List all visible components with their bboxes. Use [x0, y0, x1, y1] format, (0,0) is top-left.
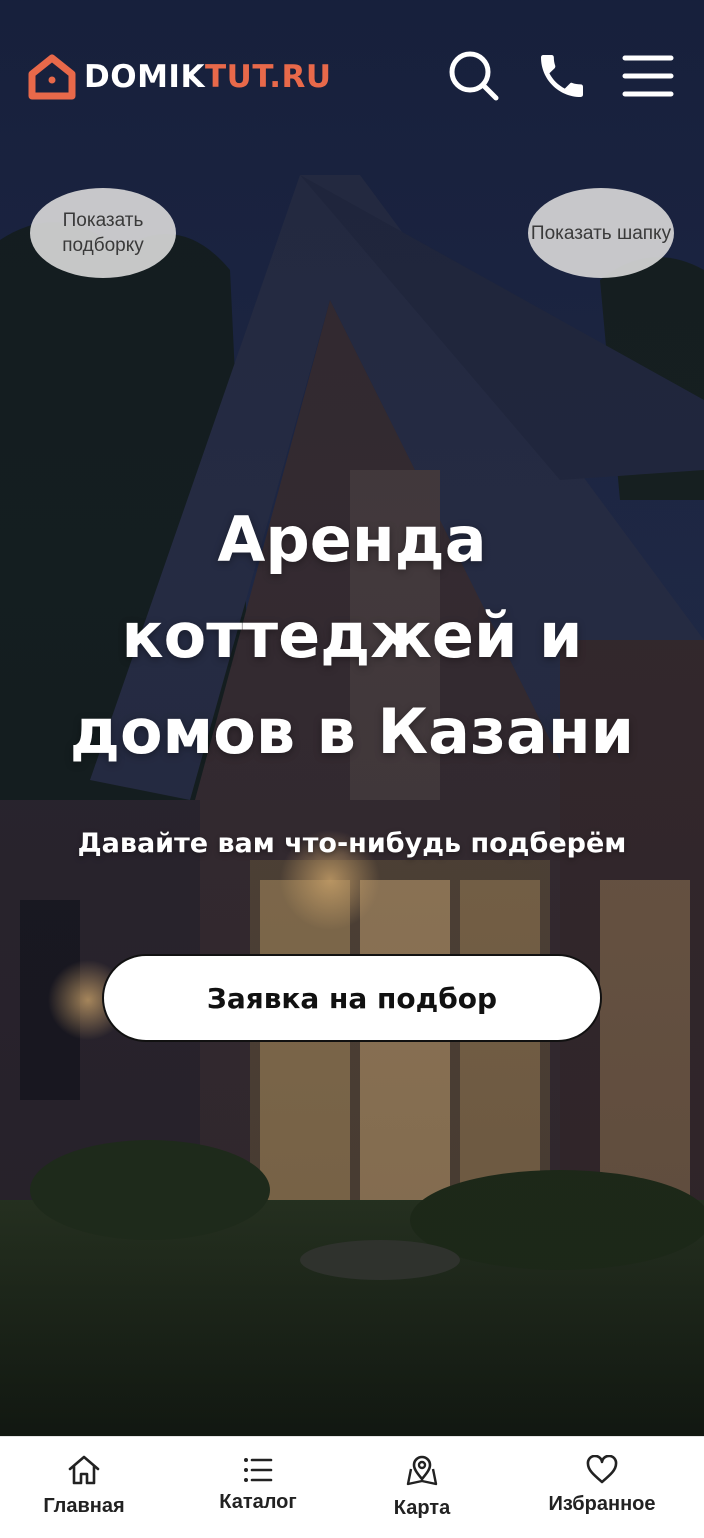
selection-request-button[interactable]: Заявка на подбор: [102, 954, 602, 1042]
logo-suffix: .RU: [269, 59, 332, 95]
show-header-button[interactable]: Показать шапку: [528, 188, 674, 278]
logo-accent: TUT: [205, 59, 270, 95]
search-button[interactable]: [444, 46, 504, 106]
menu-icon: [622, 55, 674, 97]
logo-text: DOMIKTUT.RU: [84, 59, 332, 95]
bottom-navigation: Главная Каталог Карта Избранное: [0, 1436, 704, 1538]
heart-icon: [585, 1453, 619, 1487]
top-header: DOMIKTUT.RU: [0, 0, 704, 150]
phone-icon: [541, 55, 583, 97]
nav-label-favorites: Избранное: [548, 1493, 656, 1515]
phone-button[interactable]: [532, 46, 592, 106]
nav-item-map[interactable]: Карта: [342, 1437, 502, 1538]
nav-label-catalog: Каталог: [219, 1491, 297, 1513]
hero-subtitle: Давайте вам что-нибудь подберём: [77, 828, 627, 859]
nav-item-home[interactable]: Главная: [4, 1437, 164, 1538]
nav-item-favorites[interactable]: Избранное: [522, 1437, 682, 1538]
hero-title: Аренда коттеджей и домов в Казани: [69, 503, 635, 768]
nav-item-catalog[interactable]: Каталог: [178, 1437, 338, 1538]
nav-label-map: Карта: [393, 1497, 451, 1519]
show-selection-button[interactable]: Показать подборку: [30, 188, 176, 278]
site-logo[interactable]: DOMIKTUT.RU: [28, 52, 332, 102]
list-icon: [243, 1453, 273, 1487]
menu-button[interactable]: [618, 46, 678, 106]
house-logo-icon: [28, 54, 76, 100]
logo-main: DOMIK: [84, 59, 205, 95]
search-icon: [449, 51, 499, 101]
nav-label-home: Главная: [43, 1495, 125, 1517]
home-icon: [67, 1453, 101, 1487]
map-pin-icon: [405, 1453, 439, 1487]
